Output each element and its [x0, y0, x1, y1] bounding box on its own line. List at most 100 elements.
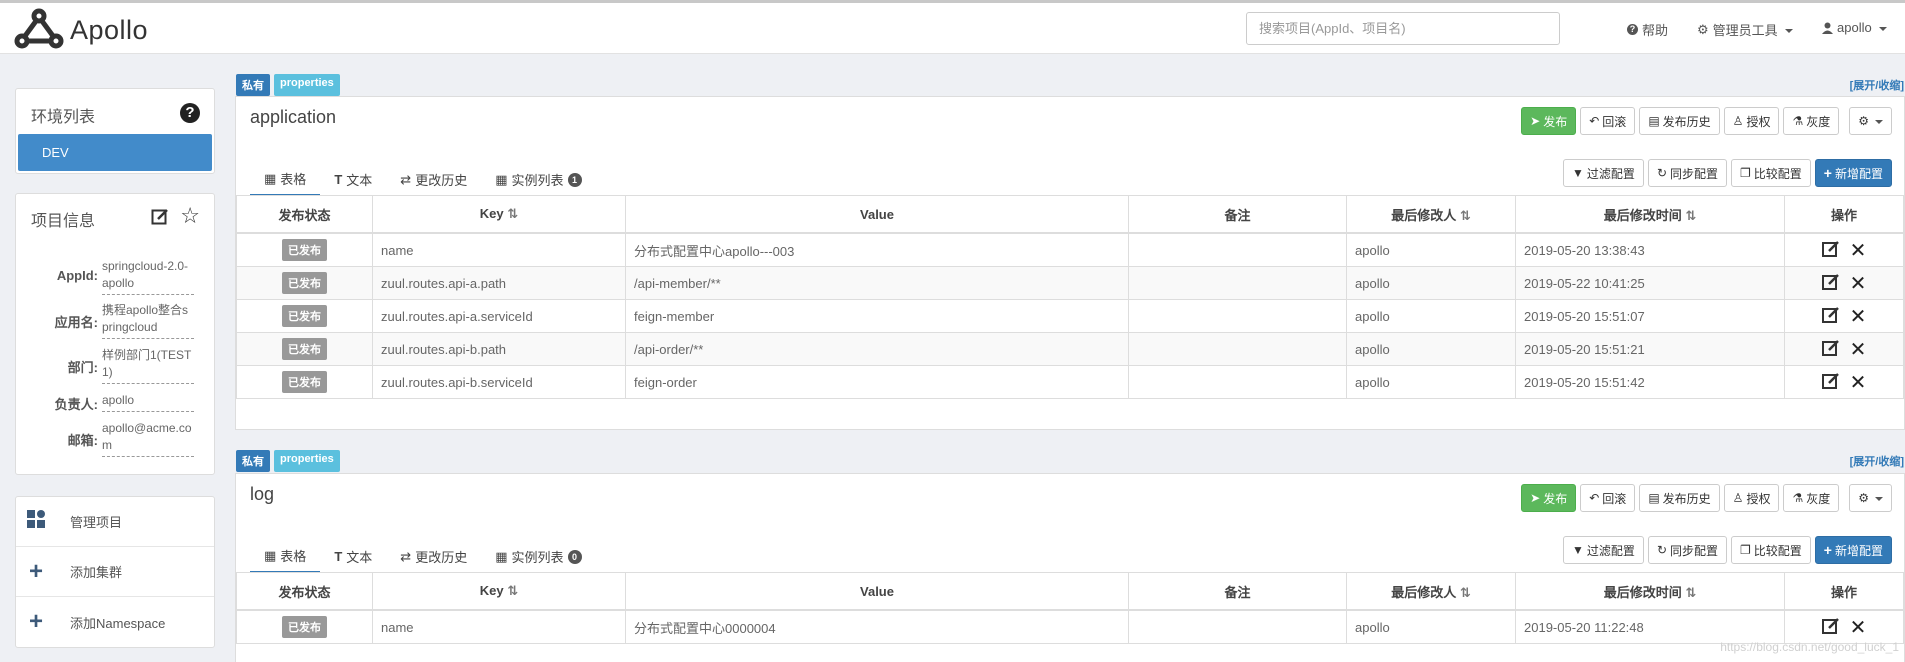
tab-change-history[interactable]: ⇄ 更改历史 — [386, 169, 481, 196]
edit-icon[interactable] — [1821, 339, 1840, 360]
info-label: AppId: — [56, 268, 98, 283]
list-icon: ▦ — [495, 548, 508, 564]
publish-history-button[interactable]: ▤ 发布历史 — [1639, 484, 1720, 512]
gear-icon: ⚙ — [1697, 21, 1709, 37]
tab-text[interactable]: T 文本 — [320, 546, 386, 573]
table-icon: ▦ — [264, 547, 277, 563]
compare-config-button[interactable]: ❐ 比较配置 — [1731, 159, 1811, 187]
grant-button[interactable]: ♙ 授权 — [1723, 484, 1780, 512]
button-label: 过滤配置 — [1586, 166, 1635, 181]
namespace-toolbar: ➤ 发布 ↶ 回滚 ▤ 发布历史 ♙ 授权 ⚗ 灰度 ⚙ — [1521, 107, 1892, 135]
status-badge: 已发布 — [282, 239, 327, 261]
namespace-tags: 私有 properties — [236, 74, 340, 96]
time-cell: 2019-05-22 10:41:25 — [1515, 266, 1785, 300]
key-cell: zuul.routes.api-b.serviceId — [372, 365, 626, 399]
config-table: 发布状态 Key ⇅ Value 备注 最后修改人 ⇅ 最后修改时间 ⇅ 操作 … — [236, 195, 1904, 399]
publish-history-button[interactable]: ▤ 发布历史 — [1639, 107, 1720, 135]
filter-config-button[interactable]: ▼ 过滤配置 — [1563, 159, 1644, 187]
status-cell: 已发布 — [236, 365, 373, 399]
value-cell: /api-order/** — [625, 332, 1129, 366]
gray-release-button[interactable]: ⚗ 灰度 — [1783, 484, 1840, 512]
star-icon[interactable]: ☆ — [180, 203, 200, 229]
modifier-cell: apollo — [1346, 299, 1516, 333]
gray-release-button[interactable]: ⚗ 灰度 — [1783, 107, 1840, 135]
publish-button[interactable]: ➤ 发布 — [1521, 107, 1577, 135]
edit-icon[interactable] — [1821, 372, 1840, 393]
brand-logo[interactable]: Apollo — [14, 8, 148, 52]
search-input[interactable] — [1246, 12, 1560, 45]
delete-icon[interactable]: ✕ — [1850, 271, 1867, 296]
tab-instances[interactable]: ▦ 实例列表 1 — [481, 169, 595, 196]
edit-icon[interactable] — [1821, 240, 1840, 261]
value-cell: feign-order — [625, 365, 1129, 399]
user-dropdown[interactable]: apollo — [1822, 20, 1887, 35]
ops-cell: ✕ — [1784, 365, 1904, 399]
rollback-button[interactable]: ↶ 回滚 — [1580, 107, 1636, 135]
settings-dropdown-button[interactable]: ⚙ — [1849, 107, 1892, 135]
delete-icon[interactable]: ✕ — [1850, 304, 1867, 329]
ops-cell: ✕ — [1784, 266, 1904, 300]
time-cell: 2019-05-20 15:51:07 — [1515, 299, 1785, 333]
publish-button[interactable]: ➤ 发布 — [1521, 484, 1577, 512]
tab-text[interactable]: T 文本 — [320, 169, 386, 196]
tab-table[interactable]: ▦ 表格 — [250, 169, 321, 196]
key-cell: zuul.routes.api-b.path — [372, 332, 626, 366]
manage-project-button[interactable]: 管理项目 — [16, 497, 214, 547]
add-config-button[interactable]: + 新增配置 — [1814, 159, 1892, 187]
env-item-dev[interactable]: DEV — [18, 134, 212, 171]
column-header-modifier[interactable]: 最后修改人 ⇅ — [1346, 572, 1516, 611]
edit-icon[interactable] — [1821, 273, 1840, 294]
time-cell: 2019-05-20 15:51:42 — [1515, 365, 1785, 399]
edit-icon[interactable] — [1821, 617, 1840, 638]
edit-icon[interactable] — [1821, 306, 1840, 327]
settings-dropdown-button[interactable]: ⚙ — [1849, 484, 1892, 512]
filter-config-button[interactable]: ▼ 过滤配置 — [1563, 536, 1644, 564]
tab-table[interactable]: ▦ 表格 — [250, 546, 321, 573]
delete-icon[interactable]: ✕ — [1850, 615, 1867, 640]
delete-icon[interactable]: ✕ — [1850, 337, 1867, 362]
column-header-time[interactable]: 最后修改时间 ⇅ — [1515, 572, 1785, 611]
tab-label: 实例列表 — [511, 173, 564, 188]
grant-button[interactable]: ♙ 授权 — [1723, 107, 1780, 135]
delete-icon[interactable]: ✕ — [1850, 238, 1867, 263]
column-header-key[interactable]: Key ⇅ — [372, 195, 626, 234]
help-link[interactable]: ? 帮助 — [1627, 20, 1668, 39]
filter-icon: ▼ — [1572, 543, 1584, 557]
add-namespace-button[interactable]: + 添加Namespace — [16, 597, 214, 647]
rollback-button[interactable]: ↶ 回滚 — [1580, 484, 1636, 512]
namespace-name: application — [250, 107, 337, 127]
add-cluster-button[interactable]: + 添加集群 — [16, 547, 214, 597]
sync-config-button[interactable]: ↻ 同步配置 — [1647, 536, 1728, 564]
key-cell: name — [372, 232, 626, 267]
edit-icon[interactable] — [151, 207, 170, 229]
column-header-key[interactable]: Key ⇅ — [372, 572, 626, 611]
tab-change-history[interactable]: ⇄ 更改历史 — [386, 546, 481, 573]
comment-cell — [1128, 332, 1347, 366]
env-list-title: 环境列表 — [31, 109, 96, 126]
column-header-time[interactable]: 最后修改时间 ⇅ — [1515, 195, 1785, 234]
sync-config-button[interactable]: ↻ 同步配置 — [1647, 159, 1728, 187]
time-cell: 2019-05-20 15:51:21 — [1515, 332, 1785, 366]
expand-collapse-link[interactable]: [展开/收缩] — [1850, 77, 1904, 93]
question-circle-icon: ? — [1627, 24, 1638, 35]
tab-label: 表格 — [280, 172, 307, 187]
config-table: 发布状态 Key ⇅ Value 备注 最后修改人 ⇅ 最后修改时间 ⇅ 操作 … — [236, 572, 1904, 644]
help-circle-icon[interactable]: ? — [180, 103, 200, 123]
delete-icon[interactable]: ✕ — [1850, 370, 1867, 395]
admin-tools-dropdown[interactable]: ⚙ 管理员工具 — [1697, 20, 1793, 39]
table-row: 已发布 name 分布式配置中心apollo---003 apollo 2019… — [236, 232, 1904, 267]
tab-label: 实例列表 — [511, 550, 564, 565]
tab-instances[interactable]: ▦ 实例列表 0 — [481, 546, 595, 573]
comment-cell — [1128, 232, 1347, 267]
column-header-modifier[interactable]: 最后修改人 ⇅ — [1346, 195, 1516, 234]
table-row: 已发布 zuul.routes.api-a.path /api-member/*… — [236, 266, 1904, 300]
list-icon: ▦ — [495, 171, 508, 187]
tab-label: 表格 — [280, 549, 307, 564]
status-cell: 已发布 — [236, 266, 373, 300]
project-actions-panel: 管理项目 + 添加集群 + 添加Namespace — [15, 496, 215, 648]
compare-config-button[interactable]: ❐ 比较配置 — [1731, 536, 1811, 564]
expand-collapse-link[interactable]: [展开/收缩] — [1850, 453, 1904, 469]
add-config-button[interactable]: + 新增配置 — [1814, 536, 1892, 564]
transfer-icon: ⇄ — [400, 171, 412, 187]
ops-cell: ✕ — [1784, 332, 1904, 366]
